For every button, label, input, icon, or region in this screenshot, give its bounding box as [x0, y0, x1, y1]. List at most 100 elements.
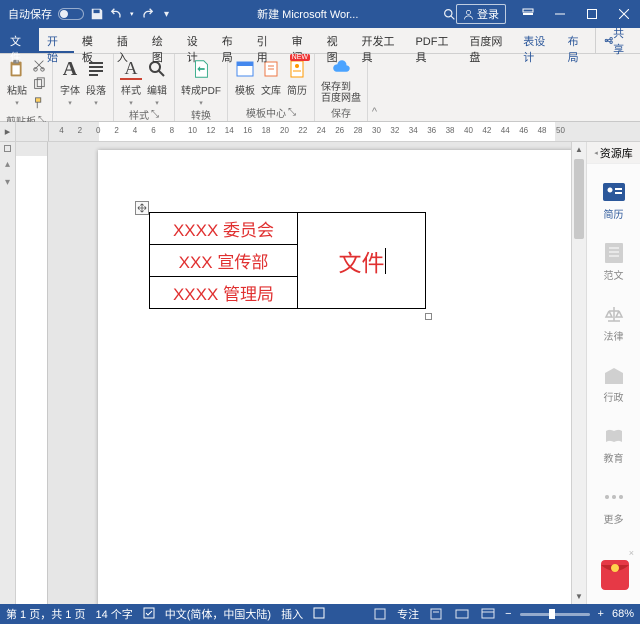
rpanel-item-admin[interactable]: 行政: [602, 365, 626, 404]
selection-up-icon[interactable]: ▴: [5, 160, 10, 170]
scale-icon: [602, 304, 626, 324]
selection-controls: ▴ ▾: [0, 142, 16, 604]
tab-design[interactable]: 设计: [179, 28, 214, 53]
red-packet-promo[interactable]: ×: [598, 550, 632, 590]
tab-home[interactable]: 开始: [39, 28, 74, 53]
focus-mode-button[interactable]: [371, 607, 389, 621]
table-resize-handle[interactable]: [425, 313, 432, 320]
tab-view[interactable]: 视图: [319, 28, 354, 53]
rpanel-item-law[interactable]: 法律: [602, 304, 626, 343]
tab-template[interactable]: 模板: [74, 28, 109, 53]
save-cloud-label: 保存到 百度网盘: [321, 82, 361, 104]
zoom-slider[interactable]: [520, 613, 590, 616]
status-lang[interactable]: 中文(简体，中国大陆): [165, 606, 271, 622]
cut-icon[interactable]: [32, 58, 46, 75]
autosave-toggle[interactable]: [58, 8, 84, 20]
resource-panel: ◂资源库 简历 范文 法律 行政 教育 更多 ×: [586, 142, 640, 604]
scroll-up-icon[interactable]: ▲: [572, 142, 586, 157]
qat-more-icon[interactable]: ▾: [160, 7, 174, 21]
resume-button[interactable]: NEW 简历: [286, 58, 308, 97]
document-canvas[interactable]: XXXX 委员会 文件 XXX 宣传部 XXXX 管理局: [48, 142, 586, 604]
styles-launcher-icon[interactable]: ⤡: [151, 109, 159, 120]
font-button[interactable]: A 字体 ▾: [59, 58, 81, 107]
template-button[interactable]: 模板: [234, 58, 256, 97]
resume-icon: [286, 58, 308, 80]
tab-review[interactable]: 审阅: [284, 28, 319, 53]
paste-button[interactable]: 粘贴 ▾: [6, 58, 28, 107]
rpanel-item-resume[interactable]: 简历: [602, 182, 626, 221]
tab-dev[interactable]: 开发工具: [354, 28, 408, 53]
tab-baidu[interactable]: 百度网盘: [461, 28, 515, 53]
tab-layout[interactable]: 布局: [214, 28, 249, 53]
vertical-scrollbar[interactable]: ▲ ▼: [571, 142, 586, 604]
format-painter-icon[interactable]: [32, 96, 46, 113]
ribbon-options-icon[interactable]: [512, 0, 544, 28]
save-group-label: 保存: [331, 105, 351, 120]
tab-table-design[interactable]: 表设计: [515, 28, 559, 53]
undo-dropdown[interactable]: ▾: [130, 10, 134, 18]
zoom-level[interactable]: 68%: [612, 608, 634, 620]
paragraph-button[interactable]: 段落 ▾: [85, 58, 107, 107]
document-icon: [602, 243, 626, 263]
tab-draw[interactable]: 绘图: [144, 28, 179, 53]
template-icon: [234, 58, 256, 80]
styles-button[interactable]: A 样式 ▾: [120, 58, 142, 107]
status-proofing-icon[interactable]: [143, 607, 155, 622]
status-page[interactable]: 第 1 页，共 1 页: [6, 606, 85, 622]
maximize-icon[interactable]: [576, 0, 608, 28]
redo-icon[interactable]: [140, 7, 154, 21]
promo-close-icon[interactable]: ×: [629, 548, 634, 558]
document-title: 新建 Microsoft Wor...: [174, 6, 442, 22]
nav-pane-toggle[interactable]: ▸: [0, 122, 16, 141]
cell-merged-c2[interactable]: 文件: [298, 213, 426, 309]
pdf-convert-button[interactable]: 转成PDF ▾: [181, 58, 221, 107]
cell-r2c1[interactable]: XXX 宣传部: [150, 245, 298, 277]
styles-group-label: 样式: [129, 107, 149, 122]
vertical-ruler[interactable]: [16, 142, 48, 604]
status-focus[interactable]: 专注: [397, 606, 419, 622]
view-web-icon[interactable]: [479, 607, 497, 621]
document-area: ▴ ▾ XXXX 委员会 文件 XXX 宣传部 XXXX 管理局: [0, 142, 586, 604]
tab-pdf[interactable]: PDF工具: [407, 28, 461, 53]
cell-r3c1[interactable]: XXXX 管理局: [150, 277, 298, 309]
scroll-down-icon[interactable]: ▼: [572, 589, 586, 604]
resource-panel-title[interactable]: ◂资源库: [587, 142, 640, 164]
scroll-thumb[interactable]: [574, 159, 584, 239]
minimize-icon[interactable]: [544, 0, 576, 28]
rpanel-item-sample[interactable]: 范文: [602, 243, 626, 282]
zoom-in-button[interactable]: +: [598, 608, 604, 620]
table-move-handle[interactable]: [135, 201, 149, 215]
view-read-icon[interactable]: [453, 607, 471, 621]
login-button[interactable]: 登录: [456, 4, 506, 24]
template-label: 模板: [235, 82, 255, 97]
status-accessibility-icon[interactable]: [313, 607, 325, 622]
copy-icon[interactable]: [32, 77, 46, 94]
pdf-group-label: 转换: [191, 107, 211, 122]
title-bar: 自动保存 ▾ ▾ 新建 Microsoft Wor... 登录: [0, 0, 640, 28]
new-badge: NEW: [290, 54, 310, 61]
share-button[interactable]: 共享: [595, 28, 640, 53]
page: XXXX 委员会 文件 XXX 宣传部 XXXX 管理局: [98, 150, 578, 604]
status-words[interactable]: 14 个字: [95, 606, 132, 622]
tab-insert[interactable]: 插入: [109, 28, 144, 53]
cell-r1c1[interactable]: XXXX 委员会: [150, 213, 298, 245]
undo-icon[interactable]: [110, 7, 124, 21]
save-icon[interactable]: [90, 7, 104, 21]
group-template-center: 模板 文库 NEW 简历 模板中心 ⤡: [228, 54, 315, 121]
rpanel-item-more[interactable]: 更多: [602, 487, 626, 526]
tpl-launcher-icon[interactable]: ⤡: [288, 107, 296, 118]
zoom-out-button[interactable]: −: [505, 608, 511, 620]
document-table[interactable]: XXXX 委员会 文件 XXX 宣传部 XXXX 管理局: [149, 212, 426, 309]
search-icon[interactable]: [442, 7, 456, 21]
horizontal-ruler[interactable]: 4202468101214161820222426283032343638404…: [48, 122, 640, 141]
editing-button[interactable]: 编辑 ▾: [146, 58, 168, 107]
rpanel-item-edu[interactable]: 教育: [602, 426, 626, 465]
status-insert-mode[interactable]: 插入: [281, 606, 303, 622]
tab-references[interactable]: 引用: [249, 28, 284, 53]
user-icon: [463, 9, 474, 20]
selection-down-icon[interactable]: ▾: [5, 178, 10, 188]
view-print-icon[interactable]: [427, 607, 445, 621]
tab-file[interactable]: 文件: [0, 28, 39, 53]
tab-table-layout[interactable]: 布局: [560, 28, 595, 53]
selection-handle[interactable]: [4, 145, 11, 152]
